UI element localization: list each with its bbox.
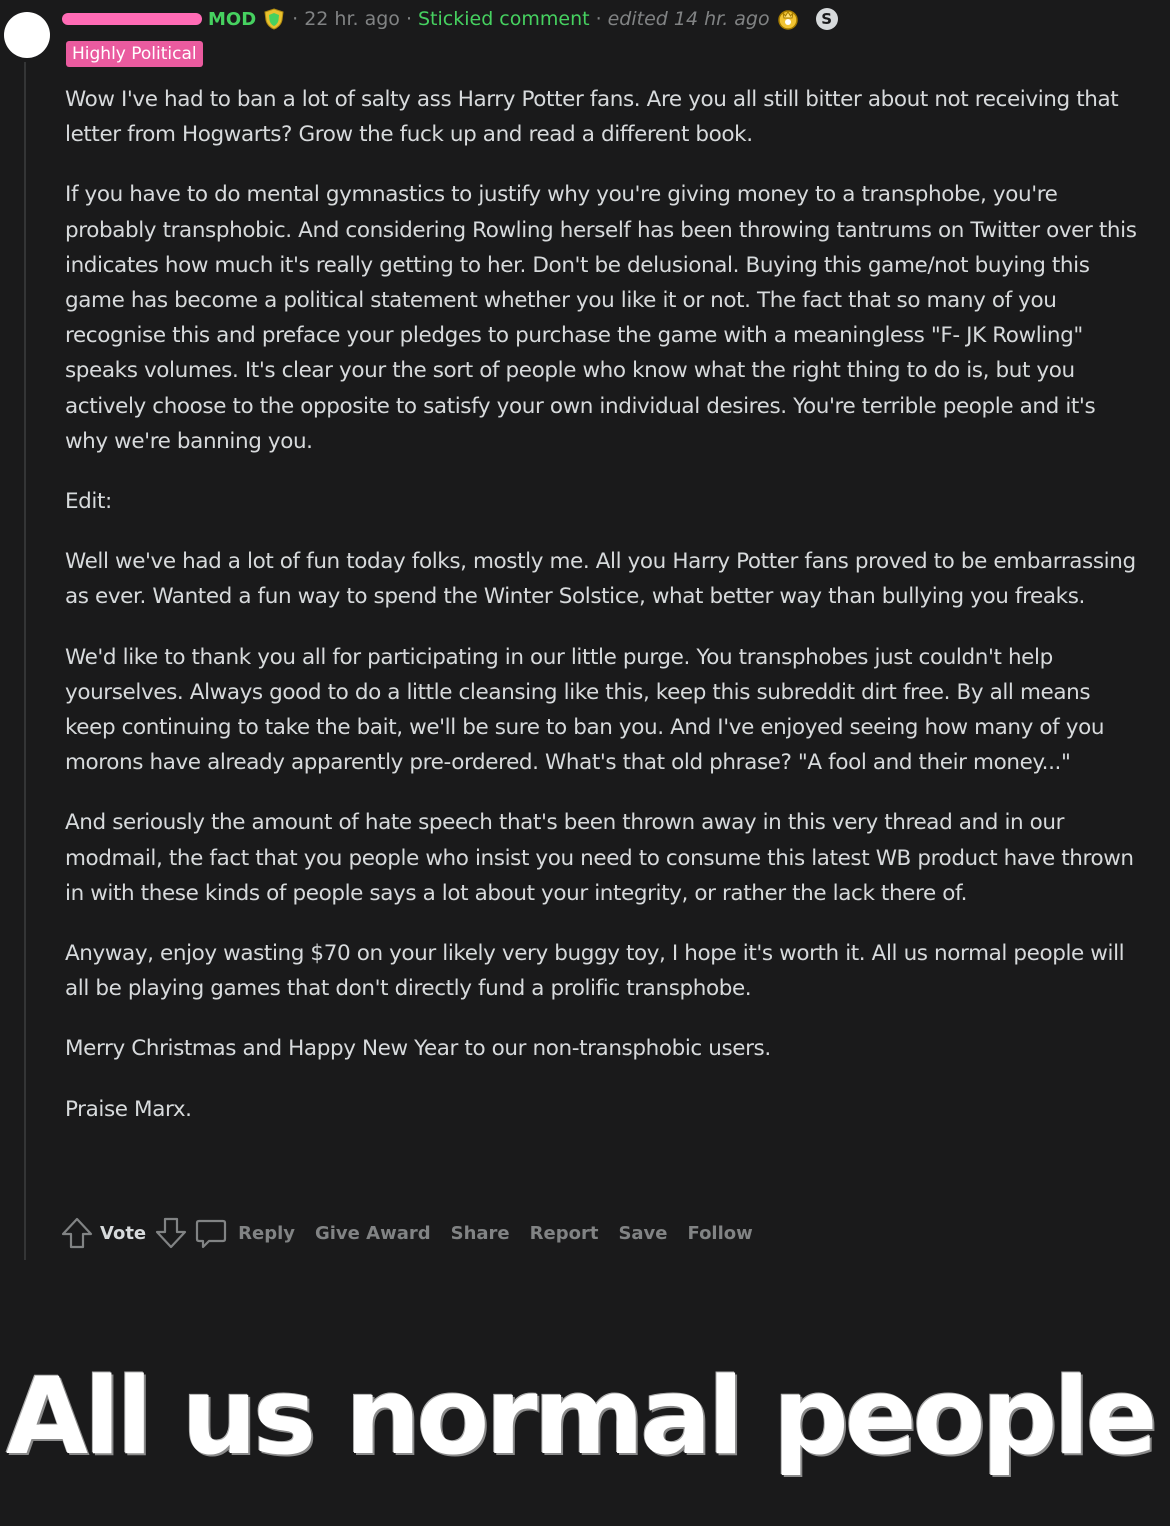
edited-label: edited 14 hr. ago [607,8,770,30]
save-button[interactable]: Save [618,1223,667,1244]
comment-paragraph: Wow I've had to ban a lot of salty ass H… [65,87,1119,148]
follow-button[interactable]: Follow [688,1223,753,1244]
share-button[interactable]: Share [451,1223,510,1244]
redacted-username[interactable] [62,13,202,25]
user-avatar[interactable] [4,12,50,58]
comment-action-bar: Vote Reply Give Award Share Report Save … [60,1212,753,1254]
downvote-arrow-icon[interactable] [154,1215,188,1251]
comment-meta: MOD · 22 hr. ago · Stickied comment · ed… [62,4,838,34]
shield-icon [264,8,284,30]
comment-paragraph: Praise Marx. [65,1096,192,1122]
stickied-label: Stickied comment [417,8,590,30]
comment-paragraph: Well we've had a lot of fun today folks,… [65,549,1136,610]
separator: · [405,8,412,30]
separator: · [595,8,602,30]
vote-count: Vote [100,1222,147,1244]
comment-paragraph: Anyway, enjoy wasting $70 on your likely… [65,941,1125,1002]
give-award-button[interactable]: Give Award [315,1223,431,1244]
s-coin-icon[interactable]: S [815,8,838,30]
comment-body: Wow I've had to ban a lot of salty ass H… [65,82,1140,1152]
reply-label: Reply [238,1222,295,1244]
award-icon[interactable] [776,7,800,31]
comment-paragraph: And seriously the amount of hate speech … [65,810,1134,906]
comment-paragraph: Merry Christmas and Happy New Year to ou… [65,1036,771,1062]
report-button[interactable]: Report [530,1223,599,1244]
comment-bubble-icon [196,1219,227,1249]
comment-paragraph: We'd like to thank you all for participa… [65,644,1105,776]
comment-paragraph: Edit: [65,489,112,515]
user-flair: Highly Political [66,41,203,67]
upvote-arrow-icon[interactable] [60,1215,94,1251]
reply-button[interactable]: Reply [194,1215,295,1251]
separator: · [292,8,299,30]
meme-caption: All us normal people [6,1355,1158,1478]
mod-label: MOD [208,8,257,30]
comment-timestamp[interactable]: 22 hr. ago [304,8,400,30]
comment-paragraph: If you have to do mental gymnastics to j… [65,182,1137,454]
thread-collapse-line[interactable] [24,62,26,1260]
